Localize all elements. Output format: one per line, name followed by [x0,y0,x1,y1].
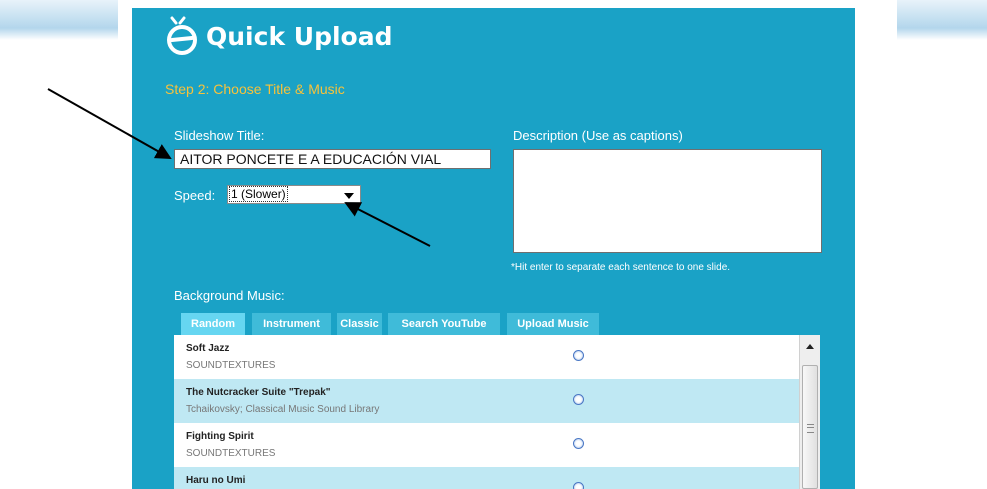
tab-random[interactable]: Random [181,313,245,335]
description-textarea[interactable] [513,149,822,253]
radio-button-icon[interactable] [573,394,584,405]
speed-select-value: 1 (Slower) [229,186,288,202]
slideshow-title-input[interactable]: AITOR PONCETE E A EDUCACIÓN VIAL [174,149,491,169]
music-list: Soft Jazz SOUNDTEXTURES The Nutcracker S… [174,335,820,489]
tab-search-youtube[interactable]: Search YouTube [388,313,500,335]
tab-instrument[interactable]: Instrument [252,313,331,335]
scroll-grip-icon [807,424,814,433]
radio-button-icon[interactable] [573,350,584,361]
track-name: The Nutcracker Suite "Trepak" [186,387,331,398]
music-row-fighting-spirit[interactable]: Fighting Spirit SOUNDTEXTURES [174,423,799,467]
radio-button-icon[interactable] [573,438,584,449]
track-name: Fighting Spirit [186,431,254,442]
track-name: Soft Jazz [186,343,230,354]
speed-label: Speed: [174,188,216,203]
track-artist: Tchaikovsky; Classical Music Sound Libra… [186,404,380,415]
upload-panel: Quick Upload Step 2: Choose Title & Musi… [132,8,855,489]
background-music-label: Background Music: [174,288,285,303]
track-artist: SOUNDTEXTURES [186,448,276,459]
header-decoration-left [0,0,118,40]
description-label: Description (Use as captions) [513,128,683,143]
step-heading: Step 2: Choose Title & Music [165,81,345,97]
radio-button-icon[interactable] [573,482,584,489]
app-title: Quick Upload [206,22,393,51]
music-row-haru-no-umi[interactable]: Haru no Umi [174,467,799,489]
description-hint: *Hit enter to separate each sentence to … [511,262,731,273]
upload-logo-icon [167,16,197,55]
tab-upload-music[interactable]: Upload Music [507,313,599,335]
tab-classic[interactable]: Classic [337,313,382,335]
chevron-down-icon [344,193,354,199]
music-row-nutcracker[interactable]: The Nutcracker Suite "Trepak" Tchaikovsk… [174,379,799,423]
header-decoration-right [897,0,987,40]
slideshow-title-label: Slideshow Title: [174,128,265,143]
music-row-soft-jazz[interactable]: Soft Jazz SOUNDTEXTURES [174,335,799,379]
speed-select[interactable]: 1 (Slower) [227,185,361,204]
scroll-thumb[interactable] [802,365,818,489]
scroll-up-arrow-icon[interactable] [806,344,814,349]
music-list-scrollbar[interactable] [799,335,820,489]
track-artist: SOUNDTEXTURES [186,360,276,371]
track-name: Haru no Umi [186,475,246,486]
